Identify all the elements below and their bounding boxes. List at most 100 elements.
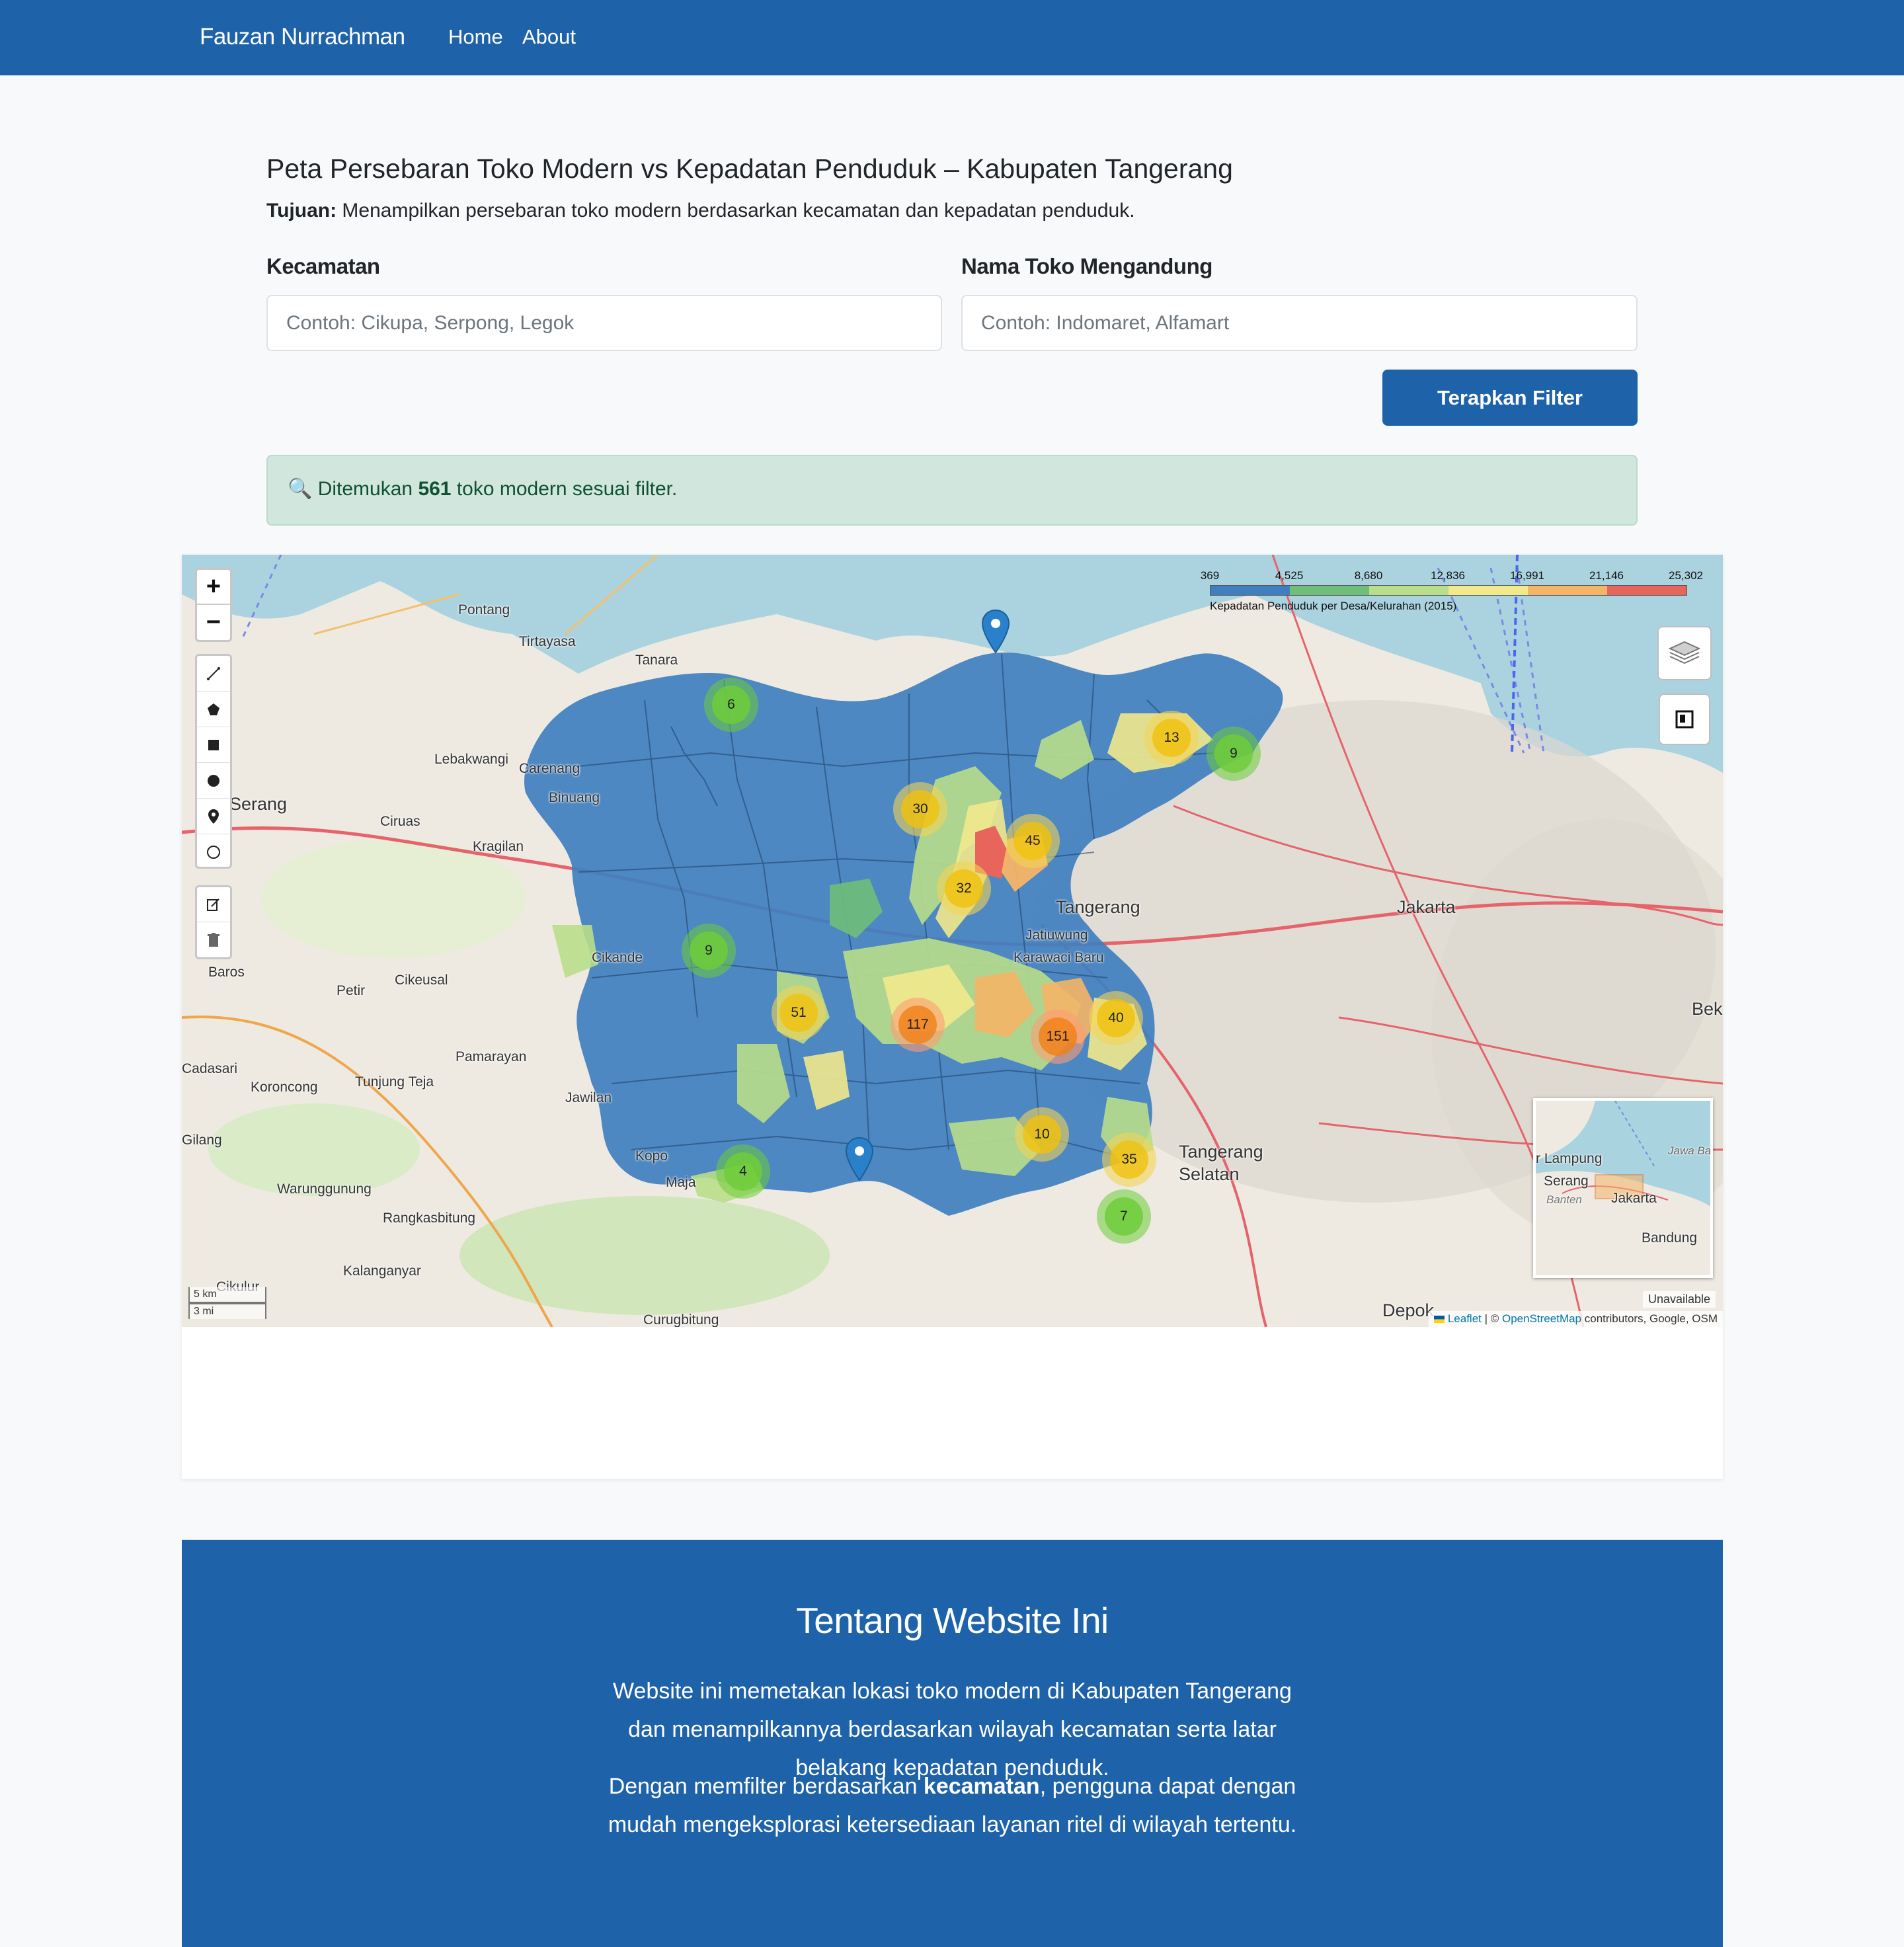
cluster-count: 40 [1097, 999, 1135, 1037]
cluster-count: 45 [1013, 822, 1052, 860]
place-label: Koroncong [251, 1080, 318, 1095]
place-label: Tangerang [1056, 897, 1140, 917]
density-legend: 369 4,525 8,680 12,836 16,991 21,146 25,… [1193, 569, 1722, 622]
delete-layers-icon[interactable] [197, 922, 230, 957]
place-label: Karawaci Baru [1013, 950, 1104, 965]
cluster-marker[interactable]: 40 [1089, 991, 1143, 1045]
minimap-label: Jawa Ba [1668, 1144, 1712, 1157]
draw-polygon-icon[interactable] [197, 692, 230, 727]
place-label: Tirtayasa [519, 634, 576, 649]
legend-tick: 21,146 [1589, 569, 1624, 582]
cluster-marker[interactable]: 51 [772, 986, 826, 1040]
cluster-marker[interactable]: 32 [937, 861, 991, 916]
cluster-marker[interactable]: 45 [1006, 814, 1060, 868]
toko-label: Nama Toko Mengandung [961, 254, 1212, 278]
cluster-count: 30 [901, 790, 939, 828]
about-p2-prefix: Dengan memfilter berdasarkan [608, 1774, 924, 1799]
place-label: Serang [229, 794, 288, 814]
legend-tick: 12,836 [1431, 569, 1465, 582]
scale-km: 5 km [188, 1287, 266, 1303]
place-label: Pamarayan [456, 1049, 527, 1064]
cluster-marker[interactable]: 7 [1097, 1189, 1151, 1244]
minimap[interactable]: r Lampung Serang Banten Jakarta Bandung … [1533, 1098, 1713, 1278]
cluster-marker[interactable]: 9 [682, 924, 736, 978]
cluster-count: 151 [1039, 1017, 1077, 1056]
place-label: Rangkasbitung [383, 1211, 476, 1226]
place-label: Jawilan [565, 1090, 612, 1105]
layers-icon [1668, 641, 1701, 664]
draw-marker-icon[interactable] [197, 799, 230, 834]
zoom-control: + − [195, 568, 232, 642]
legend-tick: 8,680 [1354, 569, 1383, 582]
attribution-sep: | © [1481, 1312, 1502, 1325]
cluster-marker[interactable]: 30 [893, 782, 947, 836]
minimap-label: Serang [1544, 1173, 1589, 1189]
osm-link[interactable]: OpenStreetMap [1502, 1312, 1581, 1325]
store-marker-icon[interactable] [844, 1136, 875, 1181]
place-label: Tunjung Teja [355, 1074, 434, 1090]
scale-bar: 5 km 3 mi [188, 1287, 266, 1319]
minimap-label: Banten [1546, 1193, 1582, 1206]
cluster-marker[interactable]: 13 [1144, 711, 1199, 765]
place-label: Gilang [182, 1132, 222, 1148]
kecamatan-label: Kecamatan [266, 254, 380, 278]
place-label: Ciruas [380, 814, 420, 829]
cluster-count: 6 [712, 686, 750, 724]
purpose-label: Tujuan: [266, 200, 337, 221]
cluster-marker[interactable]: 117 [891, 998, 945, 1052]
ukraine-flag-icon [1434, 1316, 1445, 1324]
result-count: 561 [418, 478, 452, 500]
leaflet-link[interactable]: Leaflet [1448, 1312, 1482, 1325]
kecamatan-input[interactable] [266, 295, 942, 351]
about-section: Tentang Website Ini Website ini memetaka… [182, 1540, 1723, 1947]
draw-rectangle-icon[interactable] [197, 727, 230, 763]
legend-caption: Kepadatan Penduduk per Desa/Kelurahan (2… [1210, 600, 1457, 612]
place-label: Cikeusal [395, 973, 448, 988]
place-label: Cadasari [182, 1061, 238, 1076]
nav-link-about[interactable]: About [522, 25, 576, 49]
about-title: Tentang Website Ini [796, 1600, 1109, 1641]
result-suffix: toko modern sesuai filter. [451, 478, 678, 500]
zoom-in-button[interactable]: + [197, 570, 230, 605]
place-label: Pontang [458, 602, 510, 617]
legend-tick: 25,302 [1669, 569, 1703, 582]
nav-link-home[interactable]: Home [448, 25, 503, 49]
cluster-marker[interactable]: 4 [716, 1144, 770, 1199]
place-label: Bek [1692, 999, 1723, 1019]
place-label: Depok [1382, 1300, 1435, 1320]
draw-circle-icon[interactable] [197, 763, 230, 799]
cluster-count: 4 [724, 1152, 762, 1191]
toko-name-input[interactable] [961, 295, 1638, 351]
purpose-text: Menampilkan persebaran toko modern berda… [337, 200, 1135, 221]
cluster-marker[interactable]: 151 [1031, 1010, 1085, 1064]
about-p2-bold: kecamatan [923, 1774, 1040, 1799]
map[interactable]: Pontang Tirtayasa Tanara Lebakwangi Care… [182, 555, 1723, 1327]
cluster-count: 51 [779, 994, 818, 1032]
edit-layers-icon[interactable] [197, 887, 230, 922]
apply-filter-button[interactable]: Terapkan Filter [1382, 370, 1638, 426]
place-label: Kopo [635, 1148, 668, 1164]
cluster-marker[interactable]: 35 [1102, 1132, 1156, 1187]
place-label: Cikande [592, 950, 643, 965]
cluster-count: 9 [1214, 735, 1253, 773]
place-label: Tanara [635, 653, 678, 668]
cluster-count: 117 [898, 1006, 937, 1044]
zoom-out-button[interactable]: − [197, 605, 230, 640]
cluster-marker[interactable]: 10 [1015, 1107, 1069, 1162]
fullscreen-button[interactable] [1659, 694, 1710, 745]
layers-control[interactable] [1657, 626, 1712, 680]
place-label: Jakarta [1397, 897, 1456, 917]
about-paragraph-filter: Dengan memfilter berdasarkan kecamatan, … [598, 1767, 1306, 1844]
edit-toolbar [195, 885, 232, 959]
attribution-rest: contributors, Google, OSM [1581, 1312, 1718, 1325]
place-label: Jatiuwung [1025, 928, 1088, 943]
navbar-brand[interactable]: Fauzan Nurrachman [200, 24, 405, 50]
draw-polyline-icon[interactable] [197, 656, 230, 692]
magnifier-icon: 🔍 [288, 478, 313, 500]
store-marker-icon[interactable] [980, 609, 1011, 654]
draw-circlemarker-icon[interactable] [197, 834, 230, 870]
legend-tick: 369 [1200, 569, 1220, 582]
cluster-marker[interactable]: 9 [1207, 727, 1261, 781]
cluster-marker[interactable]: 6 [704, 678, 758, 732]
cluster-count: 10 [1023, 1115, 1061, 1154]
